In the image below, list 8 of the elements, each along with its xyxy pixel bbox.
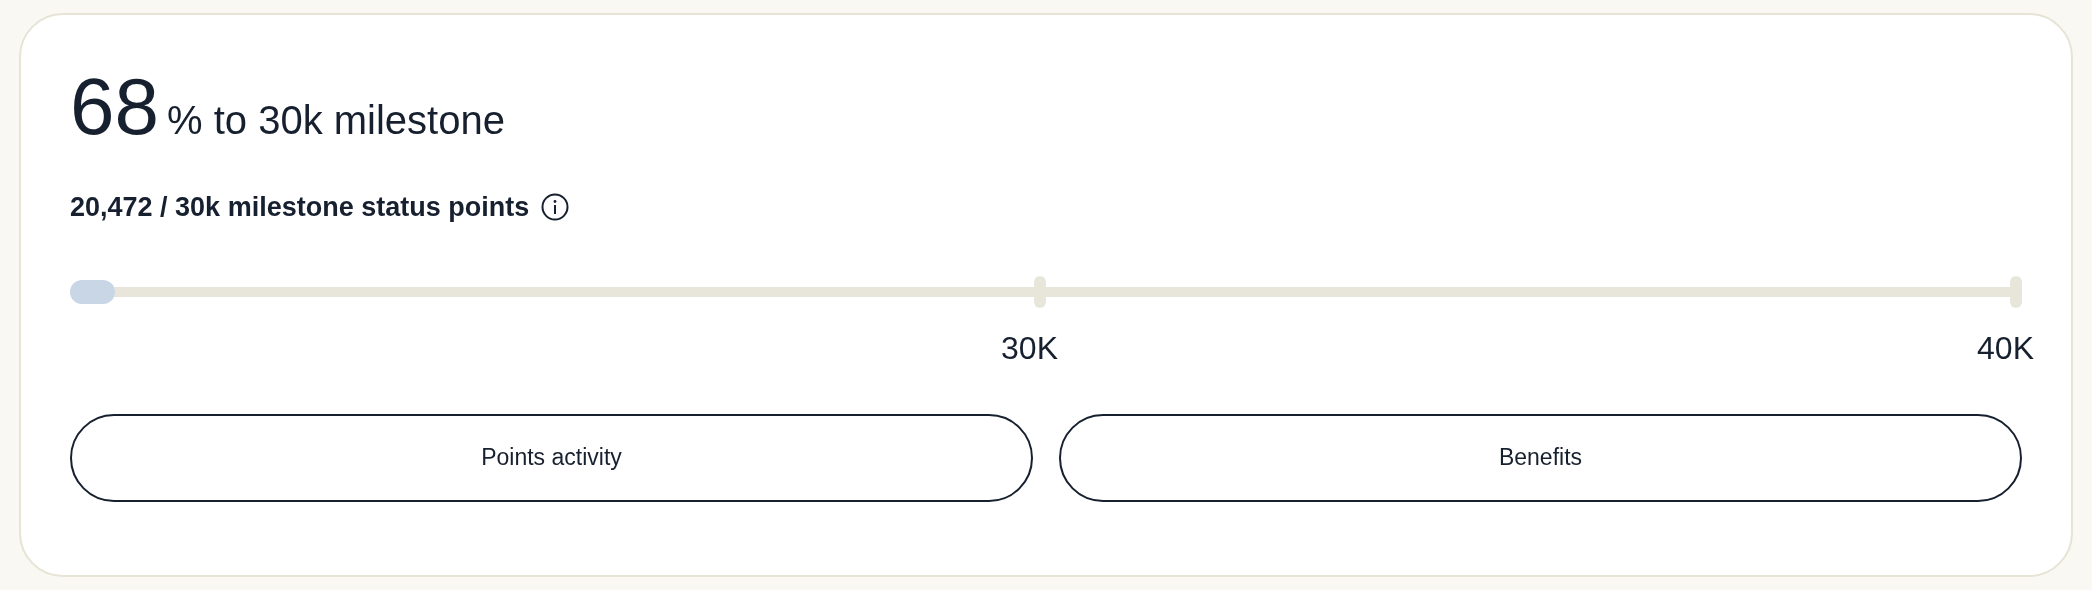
milestone-label: 30K (1001, 328, 1058, 368)
milestone-title: % to 30k milestone (167, 100, 505, 140)
milestone-label: 40K (1977, 328, 2034, 368)
percent-value: 68 (70, 67, 159, 147)
action-button[interactable]: Benefits (1059, 413, 2022, 502)
info-icon (541, 193, 570, 222)
action-button[interactable]: Points activity (70, 413, 1033, 502)
points-summary: 20,472 / 30k milestone status points (70, 191, 530, 224)
